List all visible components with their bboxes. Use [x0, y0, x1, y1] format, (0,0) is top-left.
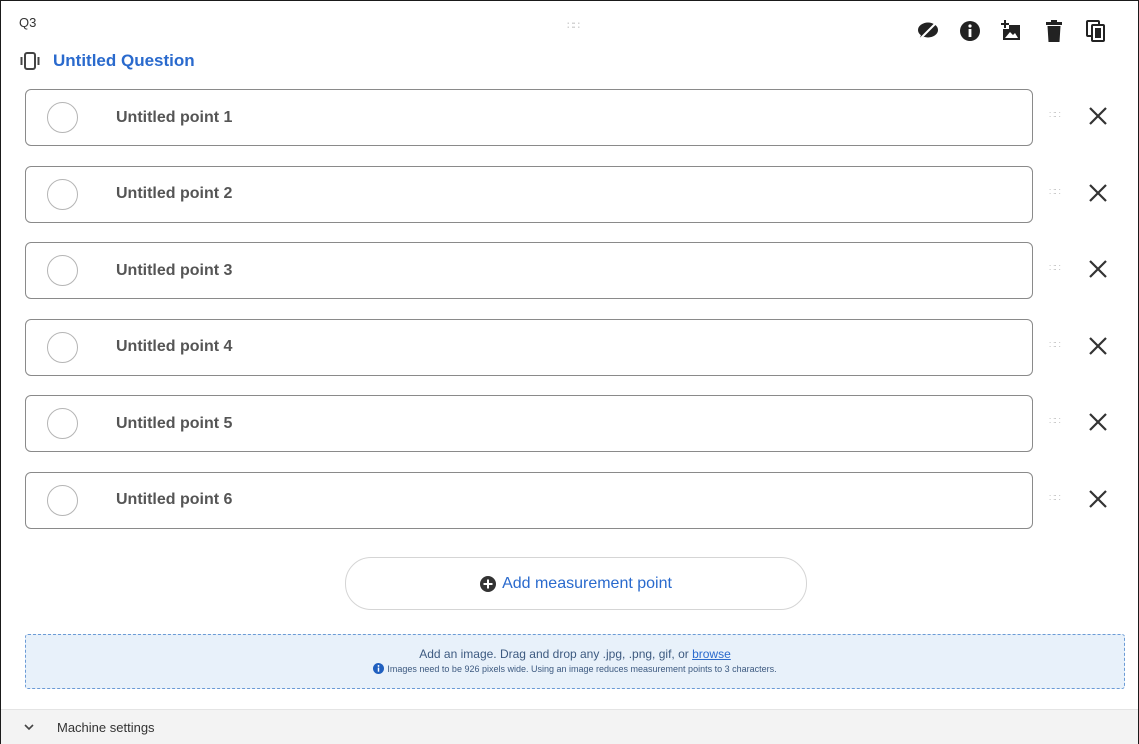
radio-icon[interactable]: [47, 484, 78, 516]
close-icon[interactable]: [1085, 103, 1111, 129]
question-card: Q3 ∷∷ Untitled Question Untitled point 1…: [0, 0, 1139, 744]
point-label[interactable]: Untitled point 4: [116, 338, 232, 356]
list-item: Untitled point 1 ∷∷: [25, 89, 1125, 149]
measurement-points-list: Untitled point 1 ∷∷ Untitled point 2 ∷∷ …: [25, 89, 1125, 548]
image-dropzone[interactable]: Add an image. Drag and drop any .jpg, .p…: [25, 634, 1125, 689]
radio-icon[interactable]: [47, 255, 78, 286]
radio-icon[interactable]: [47, 408, 78, 439]
point-field[interactable]: Untitled point 2: [25, 165, 1033, 223]
radio-icon[interactable]: [47, 102, 78, 133]
list-item: Untitled point 5 ∷∷: [25, 395, 1125, 455]
point-field[interactable]: Untitled point 3: [25, 242, 1033, 299]
info-button[interactable]: [956, 17, 984, 45]
point-label[interactable]: Untitled point 1: [116, 109, 232, 127]
dropzone-hint: Images need to be 926 pixels wide. Using…: [26, 663, 1124, 674]
dropzone-instructions: Add an image. Drag and drop any .jpg, .p…: [26, 647, 1124, 661]
dropzone-hint-text: Images need to be 926 pixels wide. Using…: [387, 663, 777, 674]
point-field[interactable]: Untitled point 4: [25, 318, 1033, 376]
point-drag-handle[interactable]: ∷∷: [1049, 416, 1061, 427]
add-measurement-point-label: Add measurement point: [502, 574, 672, 592]
close-icon[interactable]: [1085, 180, 1111, 206]
add-image-button[interactable]: [998, 17, 1026, 45]
add-image-icon: [1001, 20, 1020, 40]
point-label[interactable]: Untitled point 5: [116, 415, 232, 433]
trash-icon: [1046, 20, 1062, 42]
chevron-down-icon: [24, 724, 34, 731]
question-title[interactable]: Untitled Question: [53, 51, 195, 71]
close-icon[interactable]: [1085, 333, 1111, 359]
copy-icon: [1086, 20, 1105, 42]
point-field[interactable]: Untitled point 5: [25, 395, 1033, 452]
copy-question-button[interactable]: [1082, 17, 1110, 45]
point-drag-handle[interactable]: ∷∷: [1049, 263, 1061, 274]
machine-settings-label: Machine settings: [57, 719, 155, 735]
close-icon[interactable]: [1085, 409, 1111, 435]
list-item: Untitled point 4 ∷∷: [25, 318, 1125, 379]
point-drag-handle[interactable]: ∷∷: [1049, 493, 1061, 504]
close-icon[interactable]: [1085, 256, 1111, 282]
info-icon: [960, 21, 980, 41]
point-drag-handle[interactable]: ∷∷: [1049, 340, 1061, 351]
question-title-row: Untitled Question: [19, 51, 195, 71]
plus-circle-icon: [480, 575, 497, 592]
list-item: Untitled point 2 ∷∷: [25, 165, 1125, 226]
point-drag-handle[interactable]: ∷∷: [1049, 110, 1061, 121]
list-item: Untitled point 3 ∷∷: [25, 242, 1125, 302]
hide-comment-icon: [918, 21, 938, 41]
question-drag-handle[interactable]: ∷∷: [567, 19, 580, 32]
point-drag-handle[interactable]: ∷∷: [1049, 187, 1061, 198]
hide-comment-button[interactable]: [914, 17, 942, 45]
point-field[interactable]: Untitled point 6: [25, 471, 1033, 529]
point-field[interactable]: Untitled point 1: [25, 89, 1033, 146]
radio-icon[interactable]: [47, 178, 78, 210]
radio-icon[interactable]: [47, 331, 78, 363]
machine-settings-toggle[interactable]: Machine settings: [1, 709, 1138, 744]
delete-question-button[interactable]: [1040, 17, 1068, 45]
question-toolbar: [914, 17, 1110, 45]
dropzone-text: Add an image. Drag and drop any .jpg, .p…: [419, 647, 693, 661]
vibrate-icon: [20, 52, 40, 70]
add-measurement-point-button[interactable]: Add measurement point: [345, 557, 807, 610]
list-item: Untitled point 6 ∷∷: [25, 471, 1125, 532]
point-label[interactable]: Untitled point 2: [116, 185, 232, 203]
close-icon[interactable]: [1085, 486, 1111, 512]
point-label[interactable]: Untitled point 6: [116, 491, 232, 509]
question-number: Q3: [19, 15, 37, 30]
info-icon: [373, 663, 385, 674]
browse-link[interactable]: browse: [692, 647, 731, 661]
point-label[interactable]: Untitled point 3: [116, 262, 232, 280]
